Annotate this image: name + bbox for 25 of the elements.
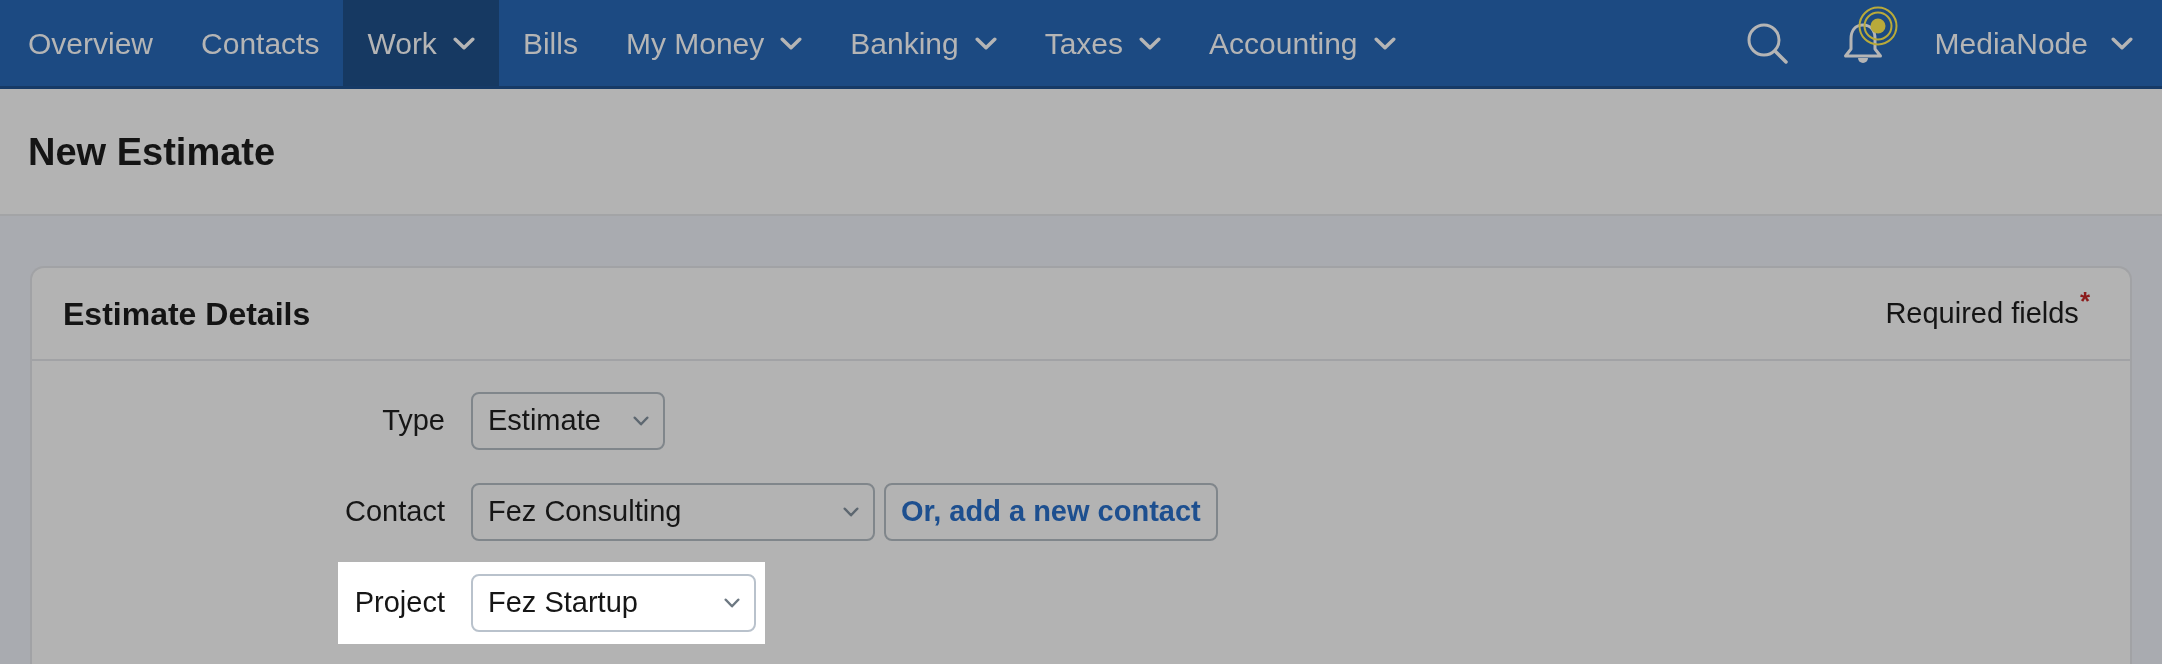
required-fields-note: Required fields$^{*}$ bbox=[1885, 291, 2090, 331]
nav-tab[interactable]: Contacts bbox=[177, 0, 344, 86]
chevron-down-icon bbox=[724, 598, 740, 608]
chevron-down-icon bbox=[843, 507, 859, 517]
dropdown-select[interactable]: Fez Startup bbox=[471, 574, 756, 632]
card-title: Estimate Details bbox=[63, 297, 311, 330]
page-title: New Estimate bbox=[28, 132, 276, 171]
add-contact-button[interactable]: Or, add a new contact bbox=[884, 483, 1218, 541]
nav-tab[interactable]: Overview bbox=[4, 0, 178, 86]
dropdown-select[interactable]: Estimate bbox=[471, 392, 665, 450]
field-label: Project bbox=[353, 585, 445, 621]
field-label: Contact bbox=[344, 494, 445, 530]
bell-icon[interactable] bbox=[1841, 21, 1884, 65]
nav-tab[interactable]: Work bbox=[343, 0, 499, 86]
chevron-down-icon bbox=[2111, 36, 2133, 50]
search-icon[interactable] bbox=[1745, 22, 1788, 64]
nav-tab[interactable]: My Money bbox=[601, 0, 827, 86]
nav-tab[interactable]: Accounting bbox=[1185, 0, 1420, 86]
account-menu-button[interactable]: MediaNode bbox=[1934, 20, 2133, 66]
nav-tab[interactable]: Banking bbox=[826, 0, 1021, 86]
nav-tab[interactable]: Bills bbox=[498, 0, 602, 86]
field-label: Type bbox=[381, 403, 445, 439]
dropdown-select[interactable]: Fez Consulting bbox=[471, 483, 875, 541]
chevron-down-icon bbox=[633, 416, 649, 426]
nav-tab[interactable]: Taxes bbox=[1020, 0, 1186, 86]
